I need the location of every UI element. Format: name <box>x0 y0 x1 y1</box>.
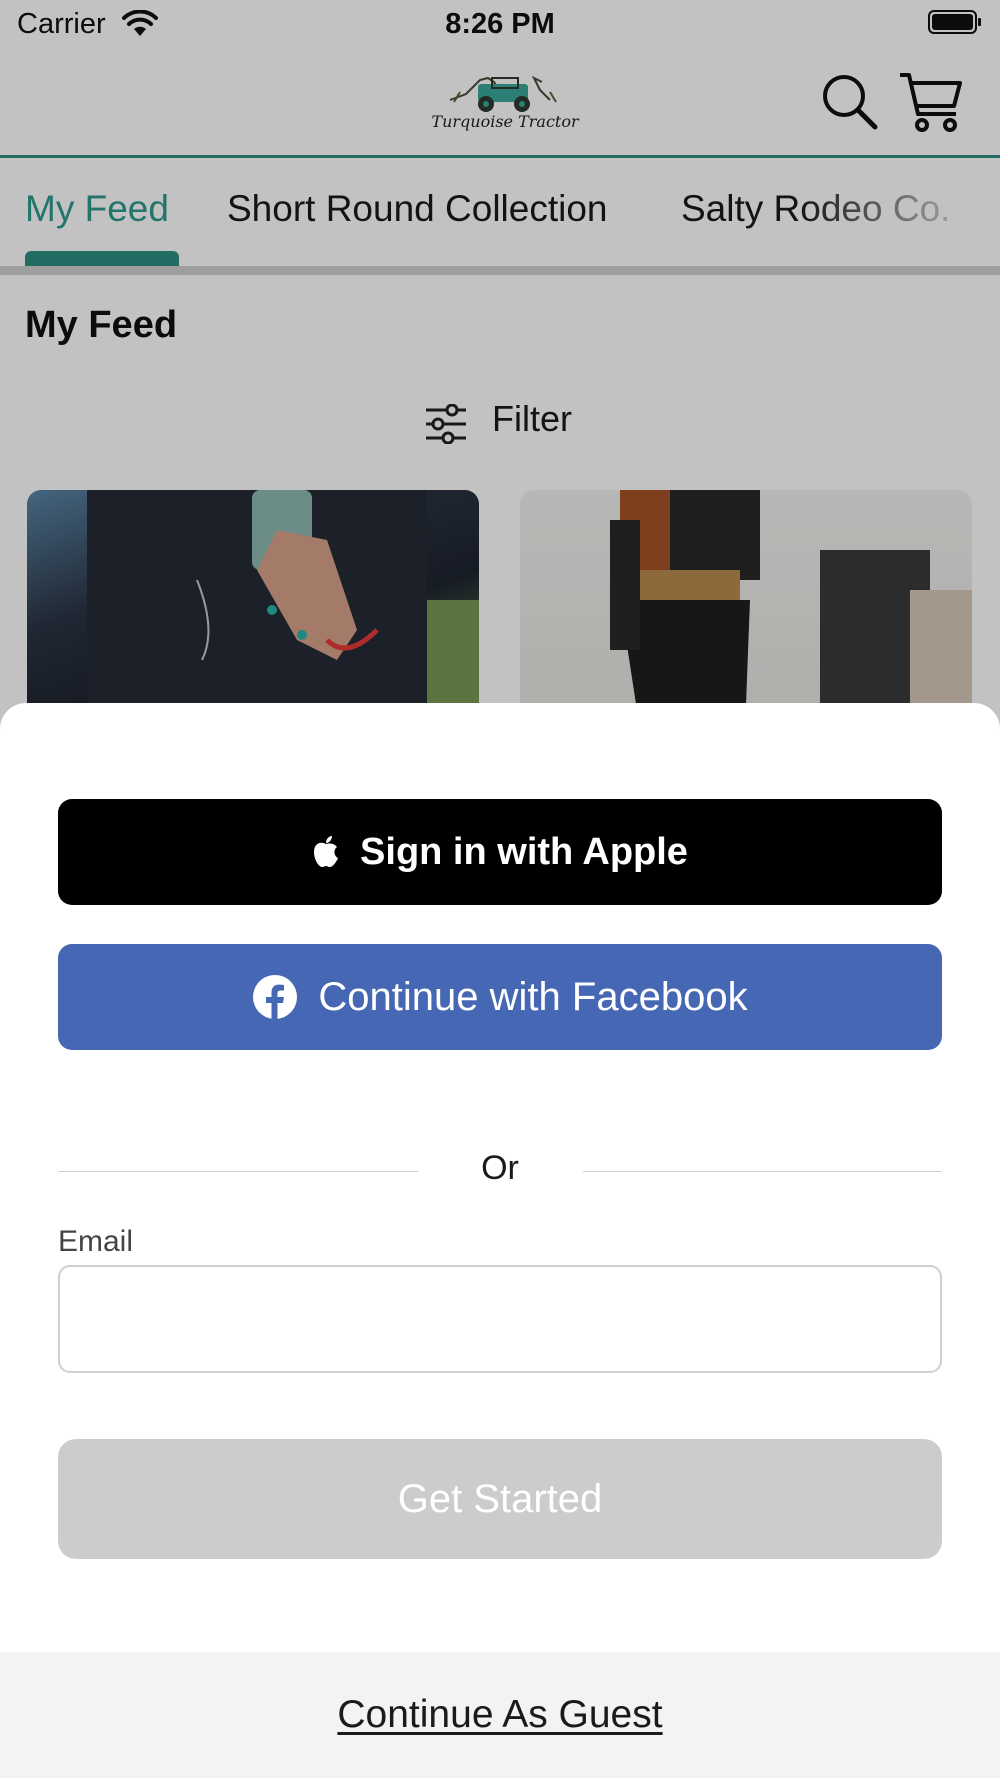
continue-with-facebook-button[interactable]: Continue with Facebook <box>58 944 942 1050</box>
get-started-button[interactable]: Get Started <box>58 1439 942 1559</box>
or-divider: Or <box>58 1141 942 1201</box>
guest-bar: Continue As Guest <box>0 1652 1000 1778</box>
apple-icon <box>314 836 339 867</box>
or-label: Or <box>481 1149 519 1187</box>
email-label: Email <box>58 1225 134 1258</box>
get-started-label: Get Started <box>397 1476 603 1521</box>
facebook-icon <box>253 975 298 1020</box>
sign-in-with-apple-button[interactable]: Sign in with Apple <box>58 799 942 905</box>
facebook-button-label: Continue with Facebook <box>318 974 748 1019</box>
signin-sheet: Sign in with Apple Continue with Faceboo… <box>0 703 1000 1778</box>
app-screen: Carrier 8:26 PM Turquoise Tractor My Fee… <box>0 0 1000 1778</box>
apple-button-label: Sign in with Apple <box>360 830 688 873</box>
continue-as-guest-link[interactable]: Continue As Guest <box>337 1693 662 1737</box>
email-field[interactable] <box>58 1265 942 1373</box>
